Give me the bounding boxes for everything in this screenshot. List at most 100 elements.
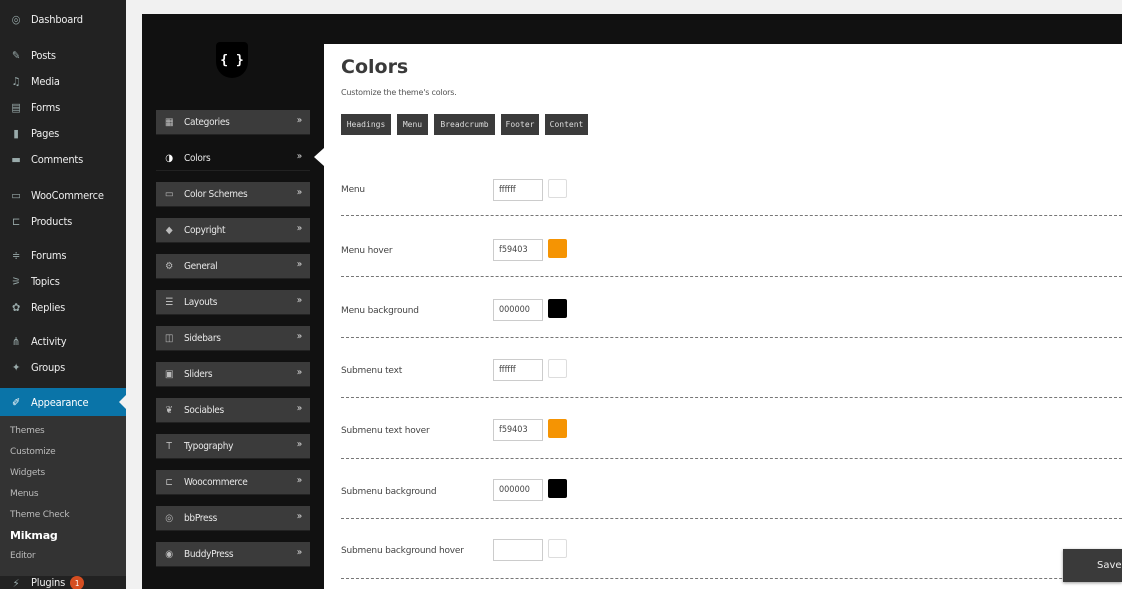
tab-content[interactable]: Content xyxy=(545,114,588,135)
forms-icon: ▤ xyxy=(11,100,21,114)
nav-typography[interactable]: T Typography » xyxy=(156,434,310,459)
nav-layouts[interactable]: ☰ Layouts » xyxy=(156,290,310,315)
submenu-editor[interactable]: Editor xyxy=(10,551,36,561)
row-divider xyxy=(341,578,1122,579)
active-nav-pointer xyxy=(314,148,324,166)
wp-menu-plugins[interactable]: ⚡ Plugins 1 xyxy=(0,576,126,589)
wp-menu-replies[interactable]: ✿ Replies xyxy=(0,294,126,320)
wp-menu-label: Posts xyxy=(31,48,56,62)
wp-menu-forums[interactable]: ≑ Forums xyxy=(0,242,126,268)
wp-menu-label: Comments xyxy=(31,152,84,166)
nav-label: Sliders xyxy=(184,368,213,380)
color-field-label: Submenu background xyxy=(341,487,437,497)
wp-menu-pages[interactable]: ▮ Pages xyxy=(0,120,126,146)
wp-menu-label: Forums xyxy=(31,248,67,262)
tab-menu[interactable]: Menu xyxy=(397,114,428,135)
wp-menu-label: Groups xyxy=(31,360,66,374)
pages-icon: ▮ xyxy=(13,126,19,140)
tab-headings[interactable]: Headings xyxy=(341,114,391,135)
tab-breadcrumb[interactable]: Breadcrumb xyxy=(434,114,495,135)
wp-menu-posts[interactable]: ✎ Posts xyxy=(0,42,126,68)
wp-menu-label: Dashboard xyxy=(31,12,83,26)
wp-menu-label: Replies xyxy=(31,300,66,314)
submenu-menus[interactable]: Menus xyxy=(10,489,39,499)
media-icon: ♫ xyxy=(11,74,21,88)
color-swatch[interactable] xyxy=(548,479,567,498)
nav-label: Sidebars xyxy=(184,332,221,344)
nav-woocommerce[interactable]: ⊏ Woocommerce » xyxy=(156,470,310,495)
hex-color-input[interactable] xyxy=(493,539,543,561)
chevron-right-icon: » xyxy=(296,439,303,450)
update-count-badge: 1 xyxy=(70,576,85,589)
buddypress-icon: ◉ xyxy=(165,548,173,560)
wp-menu-forms[interactable]: ▤ Forms xyxy=(0,94,126,120)
nav-colors[interactable]: ◑ Colors » xyxy=(156,146,310,171)
chevron-right-icon: » xyxy=(296,187,303,198)
wp-menu-label: Plugins xyxy=(31,576,66,589)
wp-menu-comments[interactable]: ▬ Comments xyxy=(0,146,126,172)
hex-color-input[interactable]: ffffff xyxy=(493,359,543,381)
chevron-right-icon: » xyxy=(296,475,303,486)
wp-menu-label: WooCommerce xyxy=(31,188,104,202)
submenu-widgets[interactable]: Widgets xyxy=(10,468,45,478)
nav-copyright[interactable]: ◆ Copyright » xyxy=(156,218,310,243)
color-field-label: Submenu text hover xyxy=(341,426,430,436)
chevron-right-icon: » xyxy=(296,547,303,558)
wp-menu-media[interactable]: ♫ Media xyxy=(0,68,126,94)
row-divider xyxy=(341,276,1122,277)
nav-label: Color Schemes xyxy=(184,188,248,200)
color-swatch[interactable] xyxy=(548,239,567,258)
text-size-icon: T xyxy=(166,440,172,452)
chevron-right-icon: » xyxy=(296,295,303,306)
brush-icon: ✐ xyxy=(11,395,21,409)
nav-label: Sociables xyxy=(184,404,224,416)
wp-menu-label: Activity xyxy=(31,334,67,348)
sidebar-icon: ◫ xyxy=(164,332,174,344)
wp-menu-topics[interactable]: ⚞ Topics xyxy=(0,268,126,294)
hex-color-input[interactable]: 000000 xyxy=(493,479,543,501)
wp-menu-dashboard[interactable]: ◎ Dashboard xyxy=(0,6,126,32)
color-swatch[interactable] xyxy=(548,179,567,198)
nav-sliders[interactable]: ▣ Sliders » xyxy=(156,362,310,387)
submenu-customize[interactable]: Customize xyxy=(10,447,56,457)
hex-color-input[interactable]: ffffff xyxy=(493,179,543,201)
color-swatch[interactable] xyxy=(548,299,567,318)
submenu-theme-check[interactable]: Theme Check xyxy=(10,510,70,520)
activity-icon: ⋔ xyxy=(11,334,21,348)
plug-icon: ⚡ xyxy=(12,576,20,589)
save-changes-button[interactable]: Save ch xyxy=(1063,549,1122,582)
submenu-mikmag[interactable]: Mikmag xyxy=(10,529,58,542)
nav-categories[interactable]: ▦ Categories » xyxy=(156,110,310,135)
monitor-icon: ▭ xyxy=(164,188,174,200)
nav-sociables[interactable]: ❦ Sociables » xyxy=(156,398,310,423)
wp-menu-label: Pages xyxy=(31,126,60,140)
submenu-themes[interactable]: Themes xyxy=(10,426,45,436)
wp-menu-appearance[interactable]: ✐ Appearance xyxy=(0,388,126,416)
nav-color-schemes[interactable]: ▭ Color Schemes » xyxy=(156,182,310,207)
nav-sidebars[interactable]: ◫ Sidebars » xyxy=(156,326,310,351)
nav-label: Woocommerce xyxy=(184,476,248,488)
page-title: Colors xyxy=(341,56,409,78)
hex-color-input[interactable]: f59403 xyxy=(493,419,543,441)
nav-label: Typography xyxy=(184,440,234,452)
color-swatch[interactable] xyxy=(548,359,567,378)
color-swatch[interactable] xyxy=(548,539,567,558)
color-field-label: Menu background xyxy=(341,306,419,316)
wp-menu-activity[interactable]: ⋔ Activity xyxy=(0,328,126,354)
wp-menu-woocommerce[interactable]: ▭ WooCommerce xyxy=(0,182,126,208)
wp-menu-products[interactable]: ⊏ Products xyxy=(0,208,126,234)
hex-color-input[interactable]: f59403 xyxy=(493,239,543,261)
woo-icon: ▭ xyxy=(11,188,21,202)
nav-bbpress[interactable]: ◎ bbPress » xyxy=(156,506,310,531)
row-divider xyxy=(341,215,1122,216)
pin-icon: ✎ xyxy=(11,48,21,62)
hex-color-input[interactable]: 000000 xyxy=(493,299,543,321)
color-swatch[interactable] xyxy=(548,419,567,438)
tab-footer[interactable]: Footer xyxy=(501,114,539,135)
wp-menu-groups[interactable]: ✦ Groups xyxy=(0,354,126,380)
nav-general[interactable]: ⚙ General » xyxy=(156,254,310,279)
nav-buddypress[interactable]: ◉ BuddyPress » xyxy=(156,542,310,567)
forums-icon: ≑ xyxy=(11,248,21,262)
tag-icon: ◆ xyxy=(165,224,173,236)
nav-label: General xyxy=(184,260,218,272)
